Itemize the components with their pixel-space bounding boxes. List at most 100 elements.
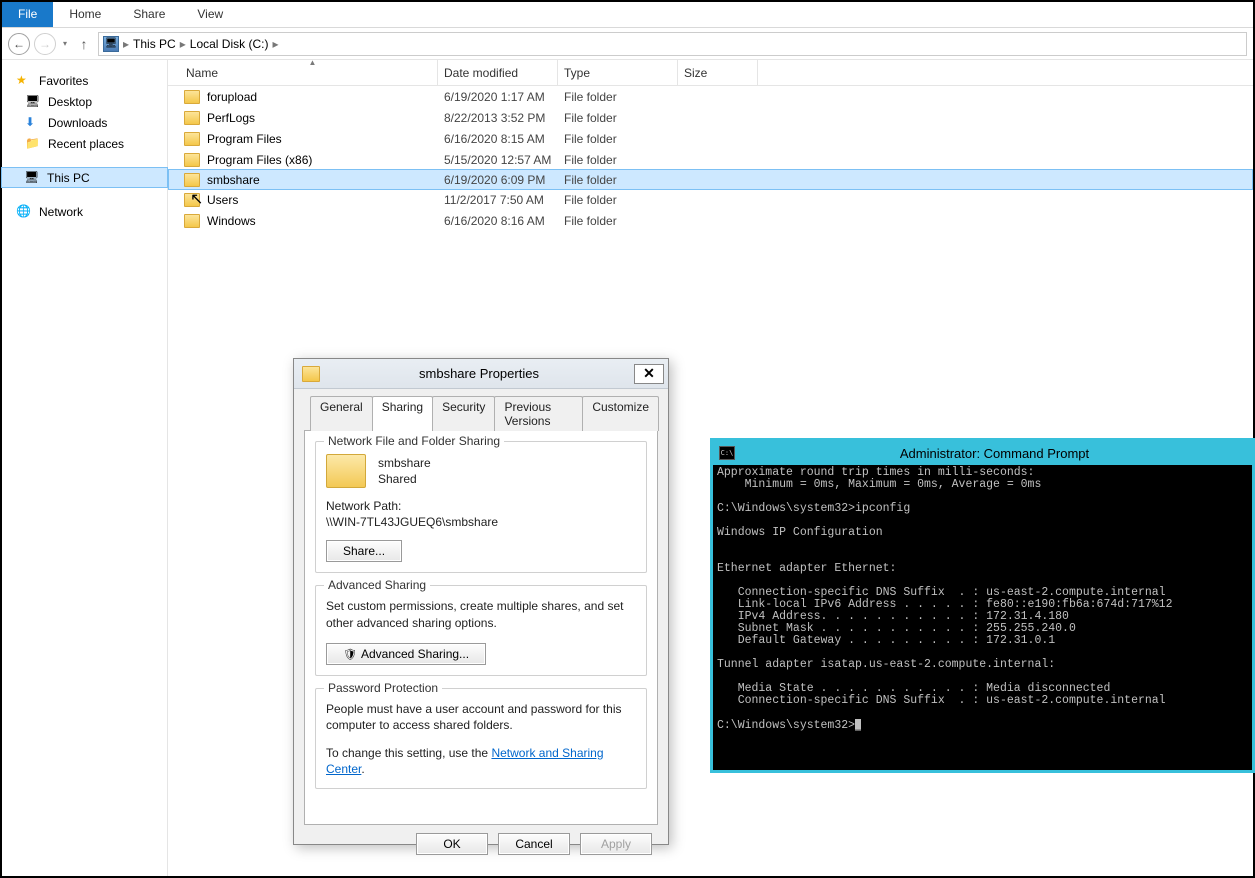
breadcrumb-sep-icon: ▸: [270, 37, 280, 51]
properties-dialog: smbshare Properties ✕ General Sharing Se…: [293, 358, 669, 845]
cmd-icon: [719, 446, 735, 460]
navigation-pane: Favorites Desktop Downloads Recent place…: [2, 60, 168, 876]
tab-general[interactable]: General: [310, 396, 373, 431]
file-type: File folder: [558, 153, 678, 167]
folder-icon: [184, 193, 200, 207]
network-path-label: Network Path:: [326, 498, 636, 514]
share-status: Shared: [378, 471, 431, 487]
sidebar-label: Favorites: [39, 74, 88, 88]
tab-previous[interactable]: Previous Versions: [494, 396, 583, 431]
sidebar-label: Desktop: [48, 95, 92, 109]
breadcrumb-sep-icon: ▸: [178, 37, 188, 51]
sharing-panel: Network File and Folder Sharing smbshare…: [304, 430, 658, 825]
address-bar[interactable]: ▸ This PC ▸ Local Disk (C:) ▸: [98, 32, 1247, 56]
file-type: File folder: [558, 132, 678, 146]
nav-forward-button[interactable]: →: [34, 33, 56, 55]
group-legend: Password Protection: [324, 681, 442, 695]
col-header-name[interactable]: Name ▲: [180, 60, 438, 85]
apply-button[interactable]: Apply: [580, 833, 652, 855]
col-header-date[interactable]: Date modified: [438, 60, 558, 85]
folder-icon: [326, 454, 366, 488]
file-row[interactable]: smbshare 6/19/2020 6:09 PMFile folder: [168, 169, 1253, 190]
file-row[interactable]: Windows6/16/2020 8:16 AMFile folder: [168, 210, 1253, 231]
file-date: 6/19/2020 6:09 PM: [438, 173, 558, 187]
folder-icon: [184, 132, 200, 146]
group-legend: Advanced Sharing: [324, 578, 430, 592]
sidebar-downloads[interactable]: Downloads: [2, 112, 167, 133]
share-name: smbshare: [378, 455, 431, 471]
tab-sharing[interactable]: Sharing: [372, 396, 433, 431]
cmd-title: Administrator: Command Prompt: [743, 446, 1246, 461]
cmd-output[interactable]: Approximate round trip times in milli-se…: [713, 465, 1252, 734]
file-type: File folder: [558, 111, 678, 125]
cmd-titlebar[interactable]: Administrator: Command Prompt: [713, 441, 1252, 465]
column-headers: Name ▲ Date modified Type Size: [168, 60, 1253, 86]
folder-icon: [25, 136, 41, 152]
network-sharing-group: Network File and Folder Sharing smbshare…: [315, 441, 647, 573]
file-name: forupload: [207, 90, 257, 104]
file-type: File folder: [558, 193, 678, 207]
breadcrumb-drive[interactable]: Local Disk (C:): [190, 37, 269, 51]
file-date: 11/2/2017 7:50 AM: [438, 193, 558, 207]
ribbon: File Home Share View: [2, 2, 1253, 28]
cancel-button[interactable]: Cancel: [498, 833, 570, 855]
cmd-cursor: _: [855, 719, 861, 731]
computer-icon: [24, 170, 40, 186]
sidebar-thispc[interactable]: This PC: [1, 167, 168, 188]
password-desc: People must have a user account and pass…: [326, 701, 636, 733]
advanced-sharing-button[interactable]: Advanced Sharing...: [326, 643, 486, 665]
network-path-value: \\WIN-7TL43JGUEQ6\smbshare: [326, 514, 636, 530]
col-header-size[interactable]: Size: [678, 60, 758, 85]
file-row[interactable]: Users11/2/2017 7:50 AMFile folder: [168, 189, 1253, 210]
ribbon-tab-home[interactable]: Home: [53, 2, 117, 27]
desktop-icon: [25, 94, 41, 110]
file-name: Program Files: [207, 132, 282, 146]
file-row[interactable]: Program Files6/16/2020 8:15 AMFile folde…: [168, 128, 1253, 149]
file-name: smbshare: [207, 173, 260, 187]
file-type: File folder: [558, 90, 678, 104]
advanced-desc: Set custom permissions, create multiple …: [326, 598, 636, 630]
change-setting-suffix: .: [361, 762, 364, 776]
folder-icon: [184, 111, 200, 125]
star-icon: [16, 73, 32, 89]
file-type: File folder: [558, 214, 678, 228]
nav-up-button[interactable]: ↑: [74, 36, 94, 52]
file-name: Windows: [207, 214, 256, 228]
ribbon-tab-file[interactable]: File: [2, 2, 53, 27]
col-label: Name: [186, 66, 218, 80]
file-row[interactable]: Program Files (x86)5/15/2020 12:57 AMFil…: [168, 149, 1253, 170]
folder-icon: [184, 173, 200, 187]
file-date: 8/22/2013 3:52 PM: [438, 111, 558, 125]
file-type: File folder: [558, 173, 678, 187]
ribbon-tab-share[interactable]: Share: [117, 2, 181, 27]
ok-button[interactable]: OK: [416, 833, 488, 855]
sidebar-desktop[interactable]: Desktop: [2, 91, 167, 112]
file-name: PerfLogs: [207, 111, 255, 125]
drive-icon: [103, 36, 119, 52]
breadcrumb-sep-icon: ▸: [121, 37, 131, 51]
file-row[interactable]: forupload 6/19/2020 1:17 AMFile folder: [168, 86, 1253, 107]
navbar: ← → ▾ ↑ ▸ This PC ▸ Local Disk (C:) ▸: [2, 28, 1253, 60]
folder-icon: [184, 214, 200, 228]
password-protection-group: Password Protection People must have a u…: [315, 688, 647, 789]
nav-back-button[interactable]: ←: [8, 33, 30, 55]
sidebar-recent[interactable]: Recent places: [2, 133, 167, 154]
share-button[interactable]: Share...: [326, 540, 402, 562]
sidebar-network[interactable]: Network: [2, 201, 167, 222]
sidebar-label: Downloads: [48, 116, 107, 130]
command-prompt-window: Administrator: Command Prompt Approximat…: [710, 438, 1255, 773]
file-date: 6/19/2020 1:17 AM: [438, 90, 558, 104]
col-header-type[interactable]: Type: [558, 60, 678, 85]
sidebar-label: Recent places: [48, 137, 124, 151]
sidebar-favorites[interactable]: Favorites: [2, 70, 167, 91]
breadcrumb-thispc[interactable]: This PC: [133, 37, 176, 51]
ribbon-tab-view[interactable]: View: [181, 2, 239, 27]
tab-security[interactable]: Security: [432, 396, 495, 431]
tab-customize[interactable]: Customize: [582, 396, 659, 431]
dialog-titlebar[interactable]: smbshare Properties ✕: [294, 359, 668, 389]
sort-ascending-icon: ▲: [309, 58, 317, 67]
group-legend: Network File and Folder Sharing: [324, 434, 504, 448]
dialog-close-button[interactable]: ✕: [634, 364, 664, 384]
file-row[interactable]: PerfLogs 8/22/2013 3:52 PMFile folder: [168, 107, 1253, 128]
nav-history-caret[interactable]: ▾: [60, 39, 70, 48]
